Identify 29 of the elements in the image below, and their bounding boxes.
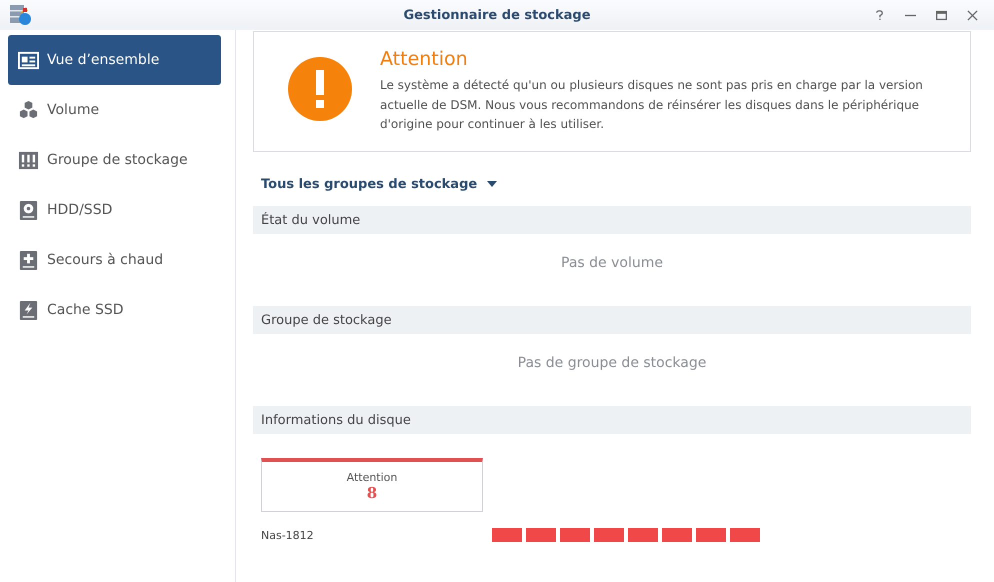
section-header: État du volume — [253, 206, 971, 234]
alert-message: Le système a détecté qu'un ou plusieurs disques ne sont pas pris en charge par la version actuelle de DSM. Nous vous recommandons de réinsérer les disques dans le périphérique d'origine pour continuer à les utiliser. — [380, 77, 924, 134]
caret-icon — [487, 181, 498, 187]
plus-drive-icon — [18, 250, 39, 270]
device-name: Nas-1812 — [261, 528, 315, 542]
window-title: Gestionnaire de stockage — [403, 8, 591, 22]
warning-icon — [288, 56, 352, 120]
app-icon — [8, 3, 32, 27]
sidebar-item[interactable]: Groupe de stockage — [8, 135, 221, 185]
cubes-icon — [18, 100, 39, 120]
lightning-drive-icon — [18, 300, 39, 320]
id-card-icon — [18, 50, 39, 70]
help-icon[interactable] — [874, 10, 885, 20]
sidebar-item[interactable]: Volume — [8, 85, 221, 135]
empty-message: Pas de volume — [561, 255, 663, 271]
disk-count: 8 — [366, 484, 378, 502]
storage-pool-dropdown[interactable]: Tous les groupes de stockage — [253, 174, 498, 194]
bars-icon — [18, 150, 39, 170]
section-header: Groupe de stockage — [253, 306, 971, 334]
maximize-icon[interactable] — [936, 10, 947, 20]
empty-message: Pas de groupe de stockage — [518, 355, 706, 371]
alert-title: Attention — [380, 48, 469, 70]
sidebar-item[interactable]: Secours à chaud — [8, 235, 221, 285]
sidebar-item[interactable]: HDD/SSD — [8, 185, 221, 235]
sidebar-item[interactable]: Cache SSD — [8, 285, 221, 335]
close-icon[interactable] — [967, 10, 978, 20]
sidebar-item[interactable]: Vue d’ensemble — [8, 35, 221, 85]
section-header: Informations du disque — [253, 406, 971, 434]
status-label: Attention — [346, 471, 398, 484]
